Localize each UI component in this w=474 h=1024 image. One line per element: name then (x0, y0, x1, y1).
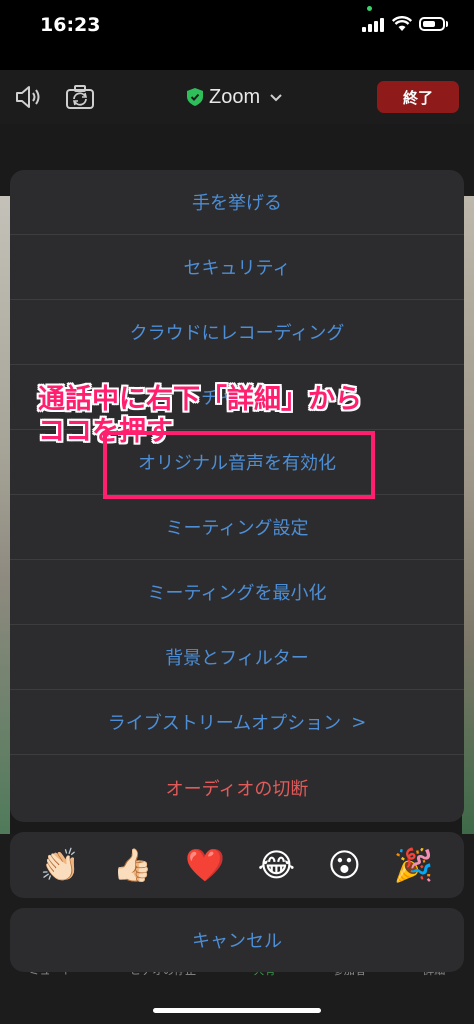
reaction-bar: 👏🏻 👍🏻 ❤️ 😂 😮 🎉 (10, 832, 464, 898)
menu-item-label: 背景とフィルター (165, 648, 309, 669)
party-reaction-icon[interactable]: 🎉 (394, 849, 434, 881)
home-indicator[interactable] (153, 1008, 321, 1013)
camera-switch-icon[interactable] (65, 83, 95, 111)
status-time: 16:23 (40, 14, 101, 36)
chevron-right-icon: > (351, 711, 367, 733)
meeting-title[interactable]: Zoom (187, 84, 282, 110)
heart-reaction-icon[interactable]: ❤️ (185, 849, 225, 881)
menu-item-raise-hand[interactable]: 手を挙げる (10, 170, 464, 235)
video-edge-left (0, 196, 10, 836)
security-shield-icon (187, 88, 203, 106)
annotation-line-1: 通話中に右下「詳細」から (38, 384, 362, 415)
menu-item-security[interactable]: セキュリティ (10, 235, 464, 300)
menu-item-label: クラウドにレコーディング (129, 323, 345, 344)
menu-item-label: 手を挙げる (192, 193, 282, 214)
thumbs-up-reaction-icon[interactable]: 👍🏻 (113, 849, 153, 881)
surprised-reaction-icon[interactable]: 😮 (328, 849, 361, 881)
menu-item-background-filters[interactable]: 背景とフィルター (10, 625, 464, 690)
wifi-icon (392, 16, 412, 31)
menu-item-meeting-settings[interactable]: ミーティング設定 (10, 495, 464, 560)
meeting-title-text: Zoom (209, 85, 261, 108)
menu-item-label: オーディオの切断 (165, 778, 309, 800)
cancel-button[interactable]: キャンセル (10, 908, 464, 972)
battery-icon (419, 17, 445, 31)
joy-reaction-icon[interactable]: 😂 (258, 849, 295, 881)
clap-reaction-icon[interactable]: 👏🏻 (40, 849, 80, 881)
status-bar: 16:23 (0, 0, 474, 52)
menu-item-minimize[interactable]: ミーティングを最小化 (10, 560, 464, 625)
menu-item-label: ライブストリームオプション (107, 713, 342, 734)
menu-item-livestream[interactable]: ライブストリームオプション > (10, 690, 464, 755)
menu-item-label: ミーティングを最小化 (147, 583, 327, 604)
speaker-icon[interactable] (14, 84, 42, 110)
chevron-down-icon (270, 94, 282, 102)
menu-item-disconnect-audio[interactable]: オーディオの切断 (10, 755, 464, 820)
cellular-signal-icon (362, 18, 384, 32)
menu-item-label: ミーティング設定 (165, 518, 309, 539)
menu-item-label: セキュリティ (183, 258, 291, 279)
menu-item-cloud-record[interactable]: クラウドにレコーディング (10, 300, 464, 365)
end-meeting-button[interactable]: 終了 (377, 81, 459, 113)
annotation-highlight-box (103, 431, 375, 499)
camera-indicator-dot (367, 6, 372, 11)
meeting-top-bar: Zoom 終了 (0, 70, 474, 124)
